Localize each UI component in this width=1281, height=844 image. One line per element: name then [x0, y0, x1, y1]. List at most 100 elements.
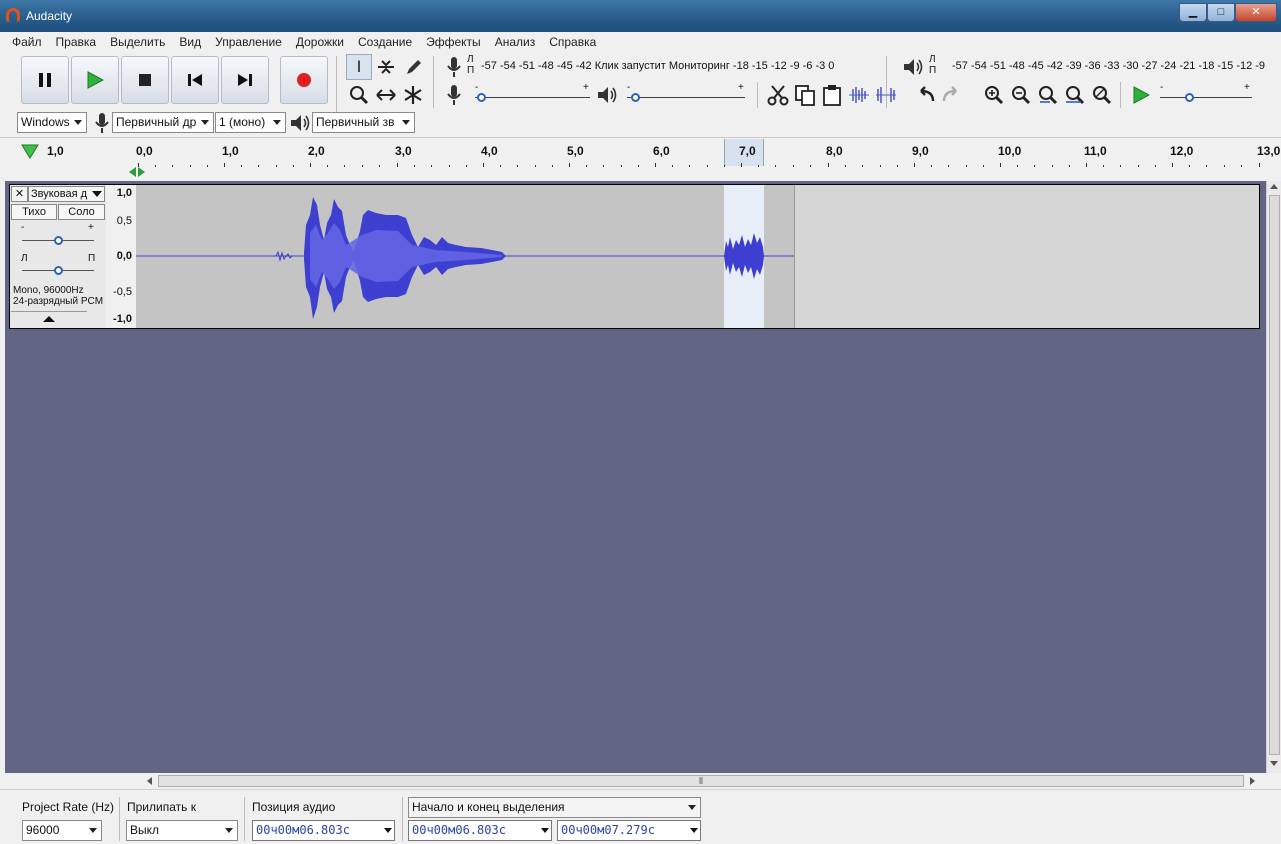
envelope-tool[interactable] — [373, 54, 399, 80]
redo-button[interactable] — [939, 82, 965, 108]
silence-audio-button[interactable] — [873, 82, 899, 108]
zoom-tool[interactable] — [346, 82, 372, 108]
track-control-panel[interactable]: ✕ Звуковая д Тихо Соло - + Л П Mono, 960… — [10, 185, 106, 328]
playback-volume-slider[interactable] — [631, 93, 640, 102]
menu-view[interactable]: Вид — [172, 32, 208, 52]
selection-start-field[interactable]: 00ч00м06.803с — [408, 820, 552, 841]
ruler-tick-label: 8,0 — [826, 144, 843, 158]
zoom-toggle-button[interactable] — [1089, 82, 1115, 108]
play-head-marker[interactable] — [21, 143, 39, 162]
audio-position-field[interactable]: 00ч00м06.803с — [252, 820, 395, 841]
gain-slider[interactable] — [54, 236, 63, 245]
chevron-down-icon — [541, 828, 549, 833]
menu-edit[interactable]: Правка — [49, 32, 104, 52]
skip-to-start-button[interactable] — [171, 56, 219, 104]
menu-generate[interactable]: Создание — [351, 32, 419, 52]
menu-effect[interactable]: Эффекты — [419, 32, 488, 52]
stop-button[interactable] — [121, 56, 169, 104]
solo-button[interactable]: Соло — [58, 204, 105, 220]
trim-audio-button[interactable] — [846, 82, 872, 108]
menu-transport[interactable]: Управление — [208, 32, 289, 52]
record-volume-slider[interactable] — [477, 93, 486, 102]
multi-tool[interactable] — [400, 82, 426, 108]
vertical-scrollbar[interactable] — [1266, 181, 1281, 773]
undo-button[interactable] — [912, 82, 938, 108]
output-device-icon-box — [287, 110, 313, 136]
record-meter-button[interactable] — [441, 54, 467, 80]
play-speed-slider[interactable] — [1185, 93, 1194, 102]
zoom-out-button[interactable] — [1008, 82, 1034, 108]
selection-end-field[interactable]: 00ч00м07.279с — [557, 820, 701, 841]
ruler-minor-tick — [1103, 165, 1104, 167]
selection-tool[interactable]: I — [346, 54, 372, 80]
scroll-left-icon[interactable] — [147, 777, 152, 785]
menu-help[interactable]: Справка — [542, 32, 603, 52]
vscale-neg-half: -0,5 — [113, 286, 132, 298]
fit-project-button[interactable] — [1062, 82, 1088, 108]
track-close-button[interactable]: ✕ — [11, 186, 28, 202]
zoom-in-button[interactable] — [981, 82, 1007, 108]
record-button[interactable] — [280, 56, 328, 104]
ruler-minor-tick — [500, 165, 501, 167]
close-button[interactable]: ✕ — [1235, 3, 1277, 22]
skip-to-end-button[interactable] — [221, 56, 269, 104]
vertical-scroll-thumb[interactable] — [1269, 195, 1280, 755]
maximize-button[interactable]: □ — [1207, 3, 1235, 22]
ruler-minor-tick — [1206, 165, 1207, 167]
paste-button[interactable] — [819, 82, 845, 108]
snap-to-label: Прилипать к — [127, 800, 196, 814]
record-meter[interactable]: -57 -54 -51 -48 -45 -42 Клик запустит Мо… — [481, 59, 879, 83]
track-name-menu[interactable]: Звуковая д — [28, 186, 105, 202]
menu-select[interactable]: Выделить — [103, 32, 172, 52]
play-meter-button[interactable] — [900, 54, 926, 80]
playback-volume-icon-box — [594, 82, 620, 108]
menu-tracks[interactable]: Дорожки — [289, 32, 351, 52]
mute-button[interactable]: Тихо — [11, 204, 57, 220]
cut-button[interactable] — [765, 82, 791, 108]
input-device-value: Первичный др — [116, 115, 197, 129]
fit-selection-button[interactable] — [1035, 82, 1061, 108]
triangle-down-icon — [21, 144, 39, 159]
ruler-major-tick — [914, 163, 915, 167]
copy-button[interactable] — [792, 82, 818, 108]
time-shift-tool[interactable] — [373, 82, 399, 108]
draw-tool[interactable] — [400, 54, 426, 80]
play-meter[interactable]: -57 -54 -51 -48 -45 -42 -39 -36 -33 -30 … — [952, 59, 1281, 83]
play-at-speed-button[interactable] — [1128, 82, 1154, 108]
ruler-minor-tick — [362, 165, 363, 167]
ruler-tick-label: 7,0 — [739, 144, 756, 158]
ruler-minor-tick — [775, 165, 776, 167]
menu-analyze[interactable]: Анализ — [488, 32, 543, 52]
ruler-minor-tick — [931, 165, 932, 167]
collapse-track-button[interactable] — [11, 311, 87, 326]
scroll-up-icon[interactable] — [1270, 184, 1278, 189]
minimize-button[interactable]: ▁ — [1179, 3, 1207, 22]
scroll-down-icon[interactable] — [1270, 761, 1278, 766]
ruler-minor-tick — [810, 165, 811, 167]
channels-select[interactable]: 1 (моно) — [215, 112, 286, 133]
playback-volume-plus: + — [738, 82, 744, 93]
scroll-right-icon[interactable] — [1250, 777, 1255, 785]
horizontal-scroll-thumb[interactable]: ⦀ — [158, 775, 1244, 787]
selection-mode-value: Начало и конец выделения — [412, 800, 565, 814]
output-device-select[interactable]: Первичный зв — [312, 112, 415, 133]
selection-end-value: 00ч00м07.279с — [561, 823, 655, 837]
selection-mode-select[interactable]: Начало и конец выделения — [408, 797, 701, 818]
horizontal-scrollbar[interactable]: ⦀ — [145, 773, 1260, 789]
ruler-major-tick — [1172, 163, 1173, 167]
ruler-minor-tick — [276, 165, 277, 167]
audio-host-select[interactable]: Windows — [17, 112, 87, 133]
ruler-tick-label: 10,0 — [998, 144, 1022, 158]
input-device-select[interactable]: Первичный др — [112, 112, 214, 133]
snap-to-select[interactable]: Выкл — [126, 820, 238, 841]
project-rate-select[interactable]: 96000 — [22, 820, 102, 841]
ruler-minor-tick — [880, 165, 881, 167]
play-button[interactable] — [71, 56, 119, 104]
ruler-minor-tick — [1189, 165, 1190, 167]
track-format-bits: 24-разрядный PCM — [13, 296, 104, 307]
pause-button[interactable] — [21, 56, 69, 104]
pan-slider[interactable] — [54, 266, 63, 275]
project-rate-value: 96000 — [26, 823, 60, 837]
audacity-logo-icon — [6, 8, 20, 22]
menu-file[interactable]: Файл — [5, 32, 49, 52]
